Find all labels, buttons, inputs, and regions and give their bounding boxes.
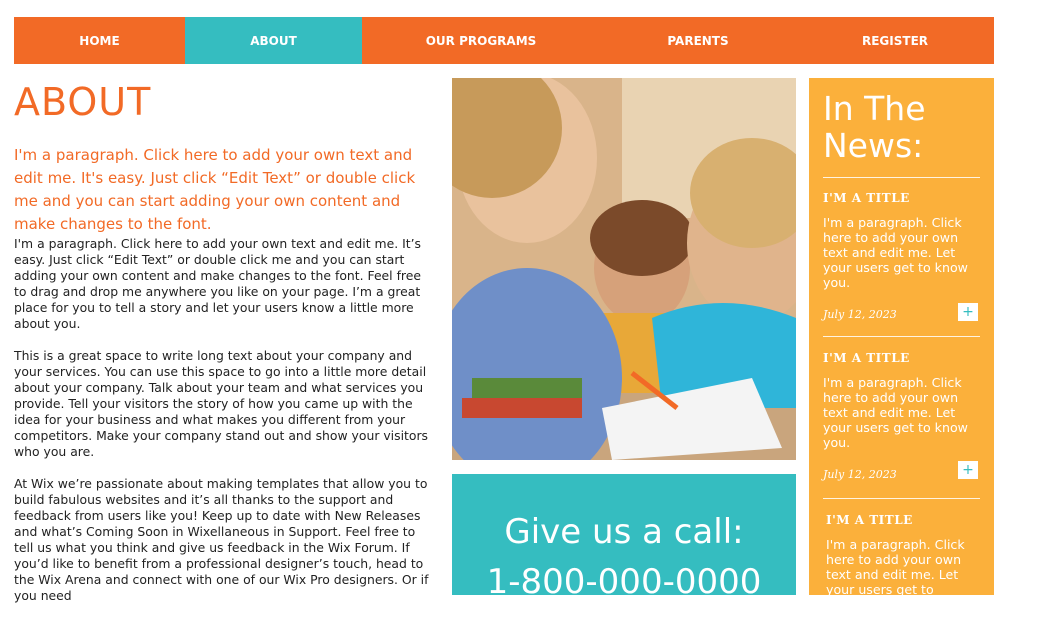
body-paragraph: I'm a paragraph. Click here to add your … [14, 236, 422, 331]
news-item: I'M A TITLE I'm a paragraph. Click here … [826, 513, 986, 595]
news-date: July 12, 2023 [823, 468, 897, 481]
news-item: I'M A TITLE I'm a paragraph. Click here … [823, 351, 983, 450]
page-title: ABOUT [14, 80, 152, 124]
nav-our-programs[interactable]: OUR PROGRAMS [362, 17, 600, 64]
call-us-box: Give us a call: 1-800-000-0000 [452, 474, 796, 595]
main-nav: HOME ABOUT OUR PROGRAMS PARENTS REGISTER [14, 17, 994, 64]
news-item-text: I'm a paragraph. Click here to add your … [826, 537, 965, 595]
read-more-button[interactable]: + [958, 303, 978, 321]
news-item-text: I'm a paragraph. Click here to add your … [823, 215, 968, 290]
news-item-title[interactable]: I'M A TITLE [826, 513, 986, 527]
call-title: Give us a call: [504, 512, 744, 552]
read-more-button[interactable]: + [958, 461, 978, 479]
news-item: I'M A TITLE I'm a paragraph. Click here … [823, 191, 983, 290]
teacher-student-photo [452, 78, 796, 460]
news-item-text: I'm a paragraph. Click here to add your … [823, 375, 968, 450]
nav-about[interactable]: ABOUT [185, 17, 362, 64]
news-item-title[interactable]: I'M A TITLE [823, 351, 983, 365]
nav-register[interactable]: REGISTER [796, 17, 994, 64]
news-sidebar: In The News: I'M A TITLE I'm a paragraph… [809, 78, 994, 595]
about-body: I'm a paragraph. Click here to add your … [14, 236, 436, 620]
divider [823, 498, 980, 499]
news-title: In The News: [823, 89, 926, 165]
divider [823, 336, 980, 337]
phone-number[interactable]: 1-800-000-0000 [452, 562, 796, 595]
nav-parents[interactable]: PARENTS [600, 17, 796, 64]
news-date: July 12, 2023 [823, 308, 897, 321]
body-paragraph: This is a great space to write long text… [14, 348, 429, 459]
intro-paragraph: I'm a paragraph. Click here to add your … [14, 146, 416, 233]
body-paragraph: At Wix we’re passionate about making tem… [14, 476, 429, 603]
nav-home[interactable]: HOME [14, 17, 185, 64]
news-item-title[interactable]: I'M A TITLE [823, 191, 983, 205]
divider [823, 177, 980, 178]
